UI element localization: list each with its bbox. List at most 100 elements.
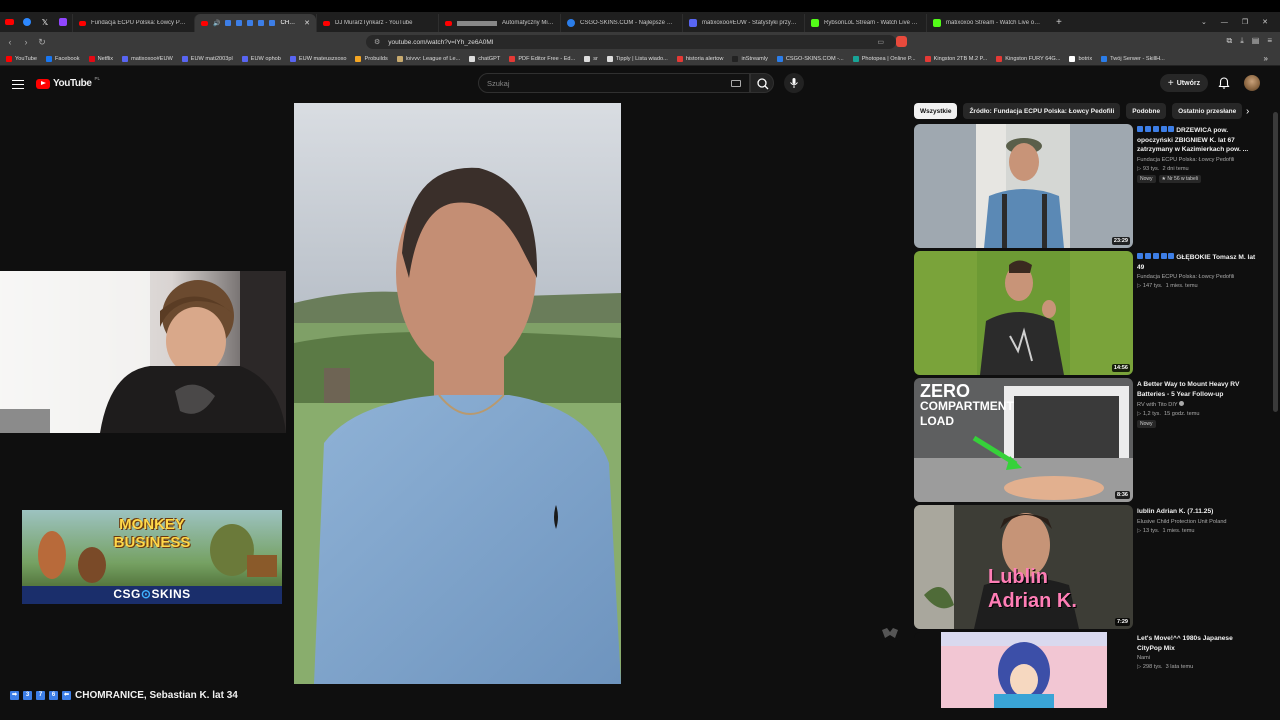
toolbar-right-icons: ⧉ ⤓ ▤ ≡ (1227, 36, 1273, 46)
url-text: youtube.com/watch?v=lYh_ze6A0MI (388, 38, 494, 46)
bookmark-item[interactable]: Facebook (45, 55, 80, 62)
notifications-bell-icon[interactable] (1217, 76, 1231, 90)
filter-chip[interactable]: Wszystkie (914, 103, 958, 119)
pinned-tab-twitch[interactable] (54, 12, 72, 32)
bookmark-item[interactable]: EUW mateuszxoxo (289, 55, 346, 62)
filter-chip[interactable]: Źródło: Fundacja ECPU Polska: Łowcy Pedo… (963, 103, 1121, 119)
bookmark-item[interactable]: sr (584, 55, 598, 62)
maximize-icon[interactable]: ❐ (1242, 18, 1248, 26)
bookmark-item[interactable]: Probuilds (355, 55, 388, 62)
bookmark-item[interactable]: Kingston FURY 64G... (996, 55, 1060, 62)
thumb-text-3: LOAD (920, 414, 954, 428)
duration-badge: 14:56 (1111, 364, 1130, 372)
recommendation-item[interactable]: Lublin Adrian K. 7:29 lublin Adrian K. (… (914, 505, 1264, 629)
browser-tab[interactable]: matixoxoo Stream - Watch Live on K (926, 14, 1048, 32)
back-icon[interactable]: ‹ (2, 37, 18, 47)
video-title-text: CHOMRANICE, Sebastian K. lat 34 (75, 690, 238, 701)
view-count: 93 tys. (1142, 165, 1160, 172)
bookmark-item[interactable]: EUW ophob (241, 55, 281, 62)
bookmark-item[interactable]: Twój Serwer - SkillH... (1101, 55, 1165, 62)
channel-name[interactable]: Elusive Child Protection Unit Poland (1137, 519, 1259, 525)
bookmark-item[interactable]: PDF Editor Free - Ed... (509, 55, 575, 62)
browser-tab[interactable]: Automatyczny Mixta (438, 14, 560, 32)
filter-chip[interactable]: Ostatnio przesłane (1172, 103, 1243, 119)
menu-icon[interactable]: ≡ (1267, 36, 1272, 46)
site-info-icon[interactable]: ⚙ (374, 38, 380, 46)
bookmark-item[interactable]: EUW mati2003pl (181, 55, 233, 62)
upload-age: 1 mies. temu (1162, 527, 1195, 534)
channel-name[interactable]: RV with Tito DIY (1137, 401, 1259, 408)
create-button[interactable]: + Utwórz (1160, 74, 1208, 92)
bookmark-item[interactable]: Photopea | Online P... (852, 55, 916, 62)
tab-label: RybsonLoL Stream - Watch Live on K (824, 20, 920, 26)
channel-name[interactable]: Fundacja ECPU Polska: Łowcy Pedofili (1137, 157, 1259, 163)
bookmark-label: Netflix (97, 55, 114, 62)
bookmark-item[interactable]: chatGPT (469, 55, 500, 62)
recommendation-item[interactable]: 14:56 GŁĘBOKIE Tomasz M. lat 49 Fundacja… (914, 251, 1264, 375)
extension-icon[interactable] (896, 36, 907, 47)
pinned-tab-youtube[interactable] (0, 12, 18, 32)
youtube-icon (79, 20, 86, 26)
bookmark-item[interactable]: botrix (1069, 55, 1092, 62)
tab-label: DJ MurarzTynkarz - YouTube (335, 20, 413, 26)
video-thumbnail[interactable]: Lublin Adrian K. 7:29 (914, 505, 1133, 629)
kick-icon (811, 19, 819, 27)
bookmark-item[interactable]: inStreamly (732, 55, 768, 62)
microphone-icon (790, 78, 798, 88)
recommendation-item[interactable]: ZERO COMPARTMENT LOAD 8:36 A Better Way … (914, 378, 1264, 502)
new-tab-button[interactable]: + (1048, 17, 1070, 28)
channel-name[interactable]: Nami (1137, 655, 1259, 661)
tab-label: matixoxoo Stream - Watch Live on K (946, 20, 1042, 26)
browser-tab[interactable]: DJ MurarzTynkarz - YouTube (316, 14, 438, 32)
keyboard-icon[interactable] (731, 80, 741, 87)
bookmark-item[interactable]: loivvv: League of Le... (396, 55, 461, 62)
bookmark-item[interactable]: historia alertow (676, 55, 723, 62)
tab-search-icon[interactable]: ⌄ (1201, 18, 1207, 26)
screen-top-strip (0, 0, 1280, 12)
pinned-tab-x[interactable]: 𝕏 (36, 12, 54, 32)
menu-icon[interactable] (12, 77, 24, 91)
bookmark-item[interactable]: Netflix (88, 55, 114, 62)
search-button[interactable] (750, 73, 774, 93)
video-thumbnail[interactable]: 23:29 (914, 124, 1133, 248)
cast-icon[interactable]: ▭ (877, 38, 884, 46)
bookmark-item[interactable]: Kingston 2TB M.2 P... (924, 55, 987, 62)
more-bookmarks-icon[interactable]: » (1264, 54, 1268, 63)
recommendation-item[interactable]: 23:29 DRZEWICA pow. opoczyński ZBIGNIEW … (914, 124, 1264, 248)
close-window-icon[interactable]: ✕ (1262, 18, 1268, 26)
youtube-logo[interactable]: YouTube PL (36, 76, 100, 89)
extensions-icon[interactable]: ⧉ (1227, 36, 1233, 46)
recommendation-item[interactable]: Let's Move!^^ 1980s Japanese CityPop Mix… (914, 632, 1264, 708)
sidebar-icon[interactable]: ▤ (1252, 36, 1260, 46)
browser-tab[interactable]: CSGO-SKINS.COM - Najlepsze Skrzy (560, 14, 682, 32)
video-thumbnail[interactable]: 14:56 (914, 251, 1133, 375)
close-tab-icon[interactable]: ✕ (304, 19, 310, 27)
bookmark-favicon-icon (776, 55, 783, 62)
video-thumbnail[interactable] (914, 632, 1133, 708)
filter-chip[interactable]: Podobne (1126, 103, 1167, 119)
scrollbar[interactable] (1273, 112, 1278, 412)
pinned-tab-messenger[interactable] (18, 12, 36, 32)
bookmark-item[interactable]: CSGO-SKINS.COM -... (776, 55, 844, 62)
bookmark-label: loivvv: League of Le... (405, 55, 461, 62)
avatar[interactable] (1244, 75, 1260, 91)
chevron-right-icon[interactable]: › (1246, 106, 1249, 117)
voice-search-button[interactable] (784, 73, 804, 93)
bookmark-item[interactable]: Tipply | Lista wiado... (606, 55, 668, 62)
bookmark-item[interactable]: matixoxoo#EUW (122, 55, 173, 62)
address-bar[interactable]: ⚙ youtube.com/watch?v=lYh_ze6A0MI ▭ (366, 35, 896, 49)
browser-tab[interactable]: RybsonLoL Stream - Watch Live on K (804, 14, 926, 32)
download-icon[interactable]: ⤓ (1240, 36, 1244, 46)
video-thumbnail[interactable]: ZERO COMPARTMENT LOAD 8:36 (914, 378, 1133, 502)
forward-icon[interactable]: › (18, 37, 34, 47)
browser-tab-active[interactable]: 🔊 CHOMRANICE ✕ (194, 14, 316, 32)
reload-icon[interactable]: ↻ (34, 37, 50, 48)
browser-tab[interactable]: matixoxoo#EUW - Statystyki przywoł (682, 14, 804, 32)
ad-banner[interactable]: MONKEY BUSINESS CSG⊙SKINS (22, 510, 282, 604)
minimize-icon[interactable]: — (1221, 19, 1228, 26)
channel-name[interactable]: Fundacja ECPU Polska: Łowcy Pedofili (1137, 274, 1259, 280)
bookmark-item[interactable]: YouTube (6, 55, 37, 62)
search-input[interactable]: Szukaj (478, 73, 750, 93)
browser-tab[interactable]: Fundacja ECPU Polska: Łowcy Pedofil (72, 14, 194, 32)
video-player[interactable] (294, 103, 621, 684)
